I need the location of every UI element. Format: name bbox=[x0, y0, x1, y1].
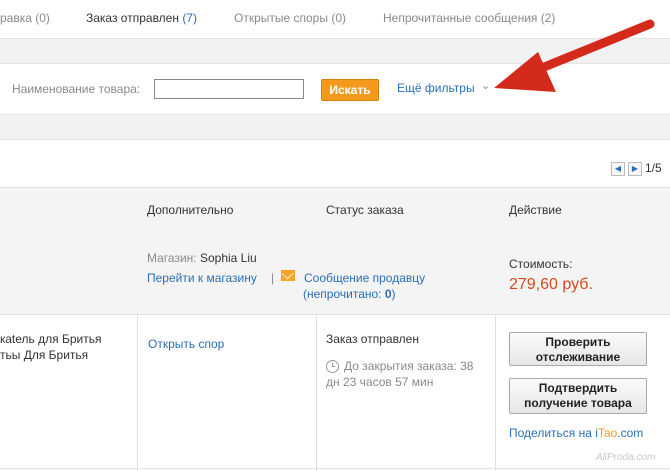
confirm-receipt-button[interactable]: Подтвердить получение товара bbox=[509, 378, 647, 414]
watermark: AliProda.com bbox=[596, 452, 656, 463]
tab-count: (0) bbox=[35, 11, 50, 25]
button-label-line: получение товара bbox=[524, 396, 632, 410]
next-page-button[interactable]: ▶ bbox=[628, 162, 642, 176]
column-divider bbox=[137, 315, 138, 471]
unread-count: 0 bbox=[384, 287, 392, 301]
unread-suffix: ) bbox=[391, 287, 396, 301]
separator: | bbox=[271, 271, 275, 285]
price-label: Стоимость: bbox=[509, 257, 573, 271]
share-brand-com: .com bbox=[617, 426, 644, 440]
column-divider bbox=[316, 315, 317, 471]
order-status: Заказ отправлен bbox=[326, 332, 419, 346]
button-label-line: отслеживание bbox=[535, 350, 621, 364]
go-to-store-link[interactable]: Перейти к магазину bbox=[147, 271, 257, 285]
tab-label: равка bbox=[0, 11, 32, 25]
page-indicator: 1/5 bbox=[645, 161, 662, 175]
arrow-head bbox=[494, 52, 556, 92]
countdown-line: До закрытия заказа: 38 bbox=[344, 359, 474, 373]
store-label: Магазин: bbox=[147, 251, 197, 265]
tab-label: Заказ отправлен bbox=[86, 11, 179, 25]
unread-prefix: (непрочитано: bbox=[303, 287, 385, 301]
button-label-line: Проверить bbox=[545, 335, 611, 349]
tab-awaiting-payment[interactable]: равка (0) bbox=[0, 11, 50, 25]
row-bottom-border bbox=[0, 468, 670, 469]
clock-icon bbox=[326, 360, 339, 373]
product-name-label: Наименование товара: bbox=[12, 82, 141, 96]
order-price: 279,60 руб. bbox=[509, 276, 593, 293]
prev-page-button[interactable]: ◀ bbox=[611, 162, 625, 176]
divider-band bbox=[0, 114, 670, 140]
envelope-icon[interactable] bbox=[281, 270, 295, 281]
share-prefix: Поделиться на bbox=[509, 426, 596, 440]
check-tracking-button[interactable]: Проверить отслеживание bbox=[509, 332, 647, 366]
countdown-line: дн 23 часов 57 мин bbox=[326, 375, 434, 389]
product-title-line: кatель для Бритья bbox=[0, 332, 102, 346]
share-brand-tao: Tao bbox=[597, 426, 618, 440]
product-title-line: тьы Для Бритья bbox=[0, 348, 89, 362]
column-header-status: Статус заказа bbox=[326, 203, 404, 217]
open-dispute-link[interactable]: Открыть спор bbox=[148, 337, 224, 351]
column-divider bbox=[495, 315, 496, 471]
tab-label: Открытые споры bbox=[234, 11, 328, 25]
red-arrow-annotation bbox=[494, 19, 655, 92]
tab-count: (7) bbox=[182, 11, 197, 25]
column-header-action: Действие bbox=[509, 203, 562, 217]
product-title-link[interactable]: кatель для Бритья тьы Для Бритья bbox=[0, 331, 101, 363]
store-name: Sophia Liu bbox=[199, 251, 257, 265]
button-label-line: Подтвердить bbox=[538, 381, 618, 395]
product-name-input[interactable] bbox=[154, 79, 304, 99]
tab-count: (0) bbox=[331, 11, 346, 25]
message-seller-link[interactable]: Сообщение продавцу bbox=[304, 271, 425, 285]
share-itao-link[interactable]: Поделиться на iTao.com bbox=[509, 426, 643, 440]
store-info: Магазин: Sophia Liu bbox=[147, 251, 257, 265]
unread-count-text[interactable]: (непрочитано: 0) bbox=[303, 287, 396, 301]
search-button[interactable]: Искать bbox=[321, 79, 379, 101]
more-filters-link[interactable]: Ещё фильтры bbox=[397, 81, 475, 95]
column-header-extra: Дополнительно bbox=[147, 203, 234, 217]
chevron-down-icon[interactable]: ⌄ bbox=[481, 79, 490, 92]
tab-shipped[interactable]: Заказ отправлен (7) bbox=[86, 11, 197, 25]
tab-open-disputes[interactable]: Открытые споры (0) bbox=[234, 11, 346, 25]
